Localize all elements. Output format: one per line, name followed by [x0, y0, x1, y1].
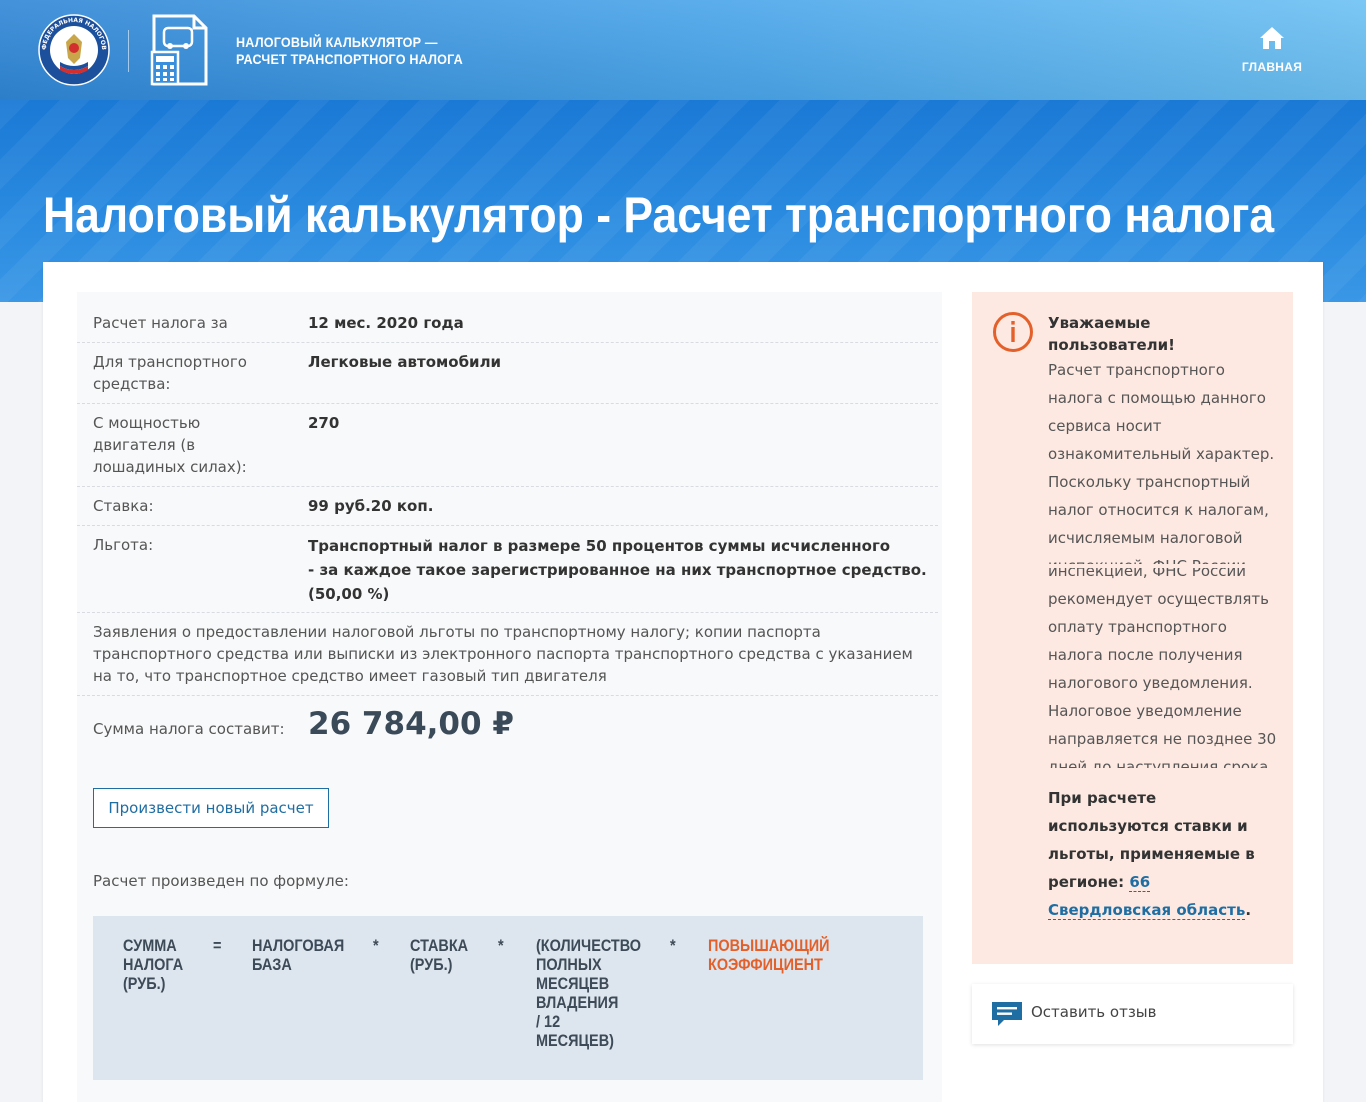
row-value: Транспортный налог в размере 50 проценто… — [308, 537, 927, 603]
result-row-rate: Ставка: 99 руб.20 коп. — [77, 487, 938, 526]
formula-tax-base: Налоговая база — [252, 936, 345, 974]
formula-rate: Ставка (руб.) — [410, 936, 469, 974]
home-icon — [1260, 27, 1284, 49]
result-row-documents: Заявления о предоставлении налоговой льг… — [77, 613, 938, 696]
formula-caption: Расчет произведен по формуле: — [93, 872, 349, 890]
row-label: Расчет налога за — [93, 314, 228, 332]
formula-times-1: * — [373, 936, 379, 955]
sum-value: 26 784,00 ₽ — [308, 706, 514, 742]
formula-times-2: * — [498, 936, 504, 955]
formula-equals: = — [213, 936, 222, 955]
home-label: ГЛАВНАЯ — [1241, 60, 1303, 74]
chat-feedback-icon — [992, 1002, 1022, 1026]
brand-title: НАЛОГОВЫЙ КАЛЬКУЛЯТОР — РАСЧЕТ ТРАНСПОРТ… — [236, 34, 463, 67]
row-label: Для транспортного средства: — [93, 353, 247, 393]
row-label: Льгота: — [93, 536, 154, 554]
row-value: 12 мес. 2020 года — [308, 314, 464, 332]
info-text: Расчет транспортного налога с помощью да… — [1048, 361, 1275, 564]
info-text-top: Расчет транспортного налога с помощью да… — [1048, 356, 1283, 564]
row-value: 99 руб.20 коп. — [308, 497, 434, 515]
formula-tax-sum: Сумма налога (руб.) — [123, 936, 184, 993]
row-label: Ставка: — [93, 497, 154, 515]
result-row-period: Расчет налога за 12 мес. 2020 года — [77, 304, 938, 343]
feedback-label: Оставить отзыв — [1031, 1003, 1157, 1021]
row-value: Легковые автомобили — [308, 353, 502, 371]
row-value: 270 — [308, 414, 340, 432]
logo-divider — [128, 30, 129, 72]
fns-logo[interactable]: ФЕДЕРАЛЬНАЯ НАЛОГОВАЯ СЛУЖБА — [38, 14, 110, 86]
info-region-note: При расчете используются ставки и льготы… — [1048, 784, 1278, 924]
feedback-button[interactable]: Оставить отзыв — [972, 984, 1293, 1044]
region-note-text: При расчете используются ставки и льготы… — [1048, 789, 1255, 891]
formula-box: Сумма налога (руб.) = Налоговая база * С… — [93, 916, 923, 1080]
info-icon — [993, 312, 1033, 352]
new-calculation-button[interactable]: Произвести новый расчет — [93, 788, 329, 828]
formula-months: (Количество полных месяцев владения / 12… — [536, 936, 642, 1050]
region-note-end: . — [1245, 901, 1252, 919]
formula-coefficient: Повышающий коэффициент — [708, 936, 830, 974]
info-title: Уважаемые пользователи! — [1048, 314, 1175, 354]
calculator-car-icon — [150, 14, 208, 86]
info-text-continued: Расчет транспортного налога с помощью да… — [1048, 568, 1277, 768]
sum-label: Сумма налога составит: — [93, 720, 285, 738]
row-label: С мощностью двигателя (в лошадиных силах… — [93, 414, 247, 476]
documents-text: Заявления о предоставлении налоговой льг… — [93, 623, 913, 685]
formula-times-3: * — [670, 936, 676, 955]
info-text-bottom: Расчет транспортного налога с помощью да… — [1048, 568, 1283, 768]
result-row-power: С мощностью двигателя (в лошадиных силах… — [77, 404, 938, 487]
home-link[interactable]: ГЛАВНАЯ — [1236, 26, 1308, 74]
result-row-vehicle: Для транспортного средства: Легковые авт… — [77, 343, 938, 404]
page-title: Налоговый калькулятор - Расчет транспорт… — [43, 187, 1275, 243]
result-row-benefit: Льгота: Транспортный налог в размере 50 … — [77, 526, 938, 613]
